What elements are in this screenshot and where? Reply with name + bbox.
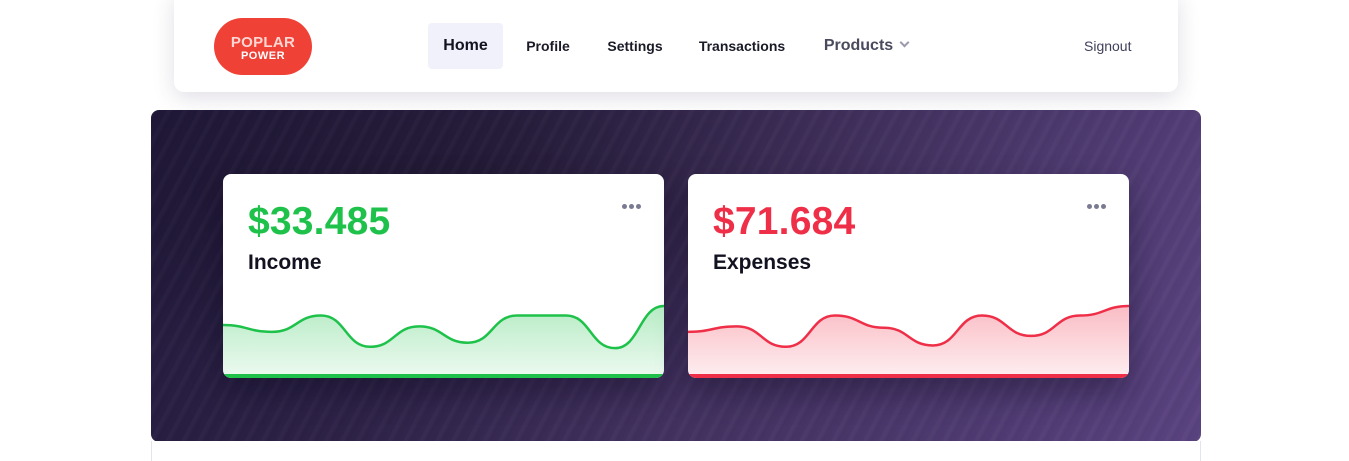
logo-line-2: POWER xyxy=(240,50,286,62)
nav-item-transactions[interactable]: Transactions xyxy=(694,23,790,69)
nav-item-home[interactable]: Home xyxy=(428,23,503,69)
sparkline-area xyxy=(688,306,1129,378)
nav-item-settings[interactable]: Settings xyxy=(599,23,671,69)
nav-item-profile[interactable]: Profile xyxy=(517,23,579,69)
top-navbar: POPLAR POWER Home Profile Settings Trans… xyxy=(174,0,1178,92)
income-sparkline xyxy=(223,304,664,378)
income-amount: $33.485 xyxy=(248,200,391,243)
logo[interactable]: POPLAR POWER xyxy=(214,18,312,75)
expenses-label: Expenses xyxy=(713,251,812,274)
content-panel xyxy=(151,441,1201,461)
expenses-card: $71.684 Expenses xyxy=(688,174,1129,378)
income-label: Income xyxy=(248,251,322,274)
expenses-sparkline xyxy=(688,304,1129,378)
nav-item-products-label: Products xyxy=(823,37,894,54)
nav-item-products[interactable]: Products xyxy=(816,23,916,69)
income-baseline xyxy=(223,374,664,378)
chevron-down-icon xyxy=(899,37,910,48)
more-horizontal-icon[interactable] xyxy=(1087,204,1107,210)
logo-line-1: POPLAR xyxy=(230,34,296,51)
signout-link[interactable]: Signout xyxy=(1084,23,1131,69)
expenses-baseline xyxy=(688,374,1129,378)
expenses-amount: $71.684 xyxy=(713,200,856,243)
income-card: $33.485 Income xyxy=(223,174,664,378)
more-horizontal-icon[interactable] xyxy=(622,204,642,210)
